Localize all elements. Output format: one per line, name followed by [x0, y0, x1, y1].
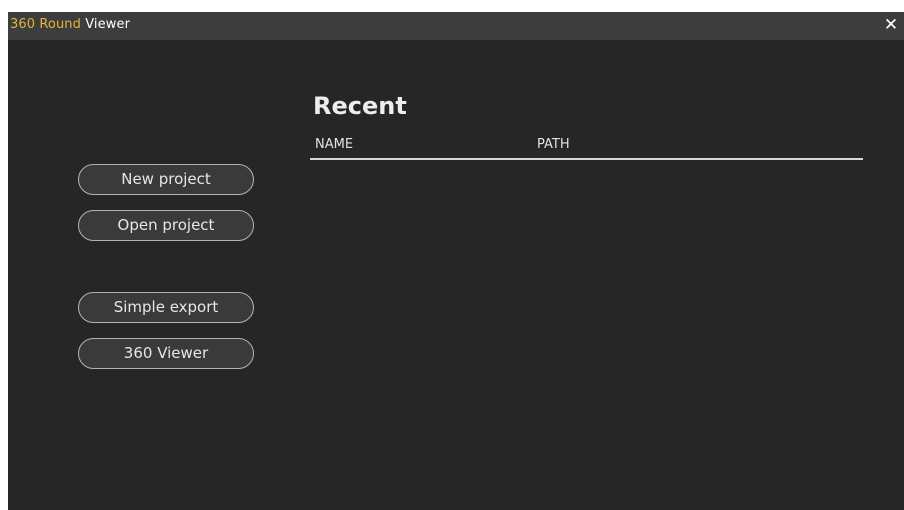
360-viewer-button[interactable]: 360 Viewer [78, 338, 254, 369]
window-title: 360 Round Viewer [10, 17, 130, 32]
new-project-button[interactable]: New project [78, 164, 254, 195]
window-title-accent: 360 Round [10, 17, 81, 32]
recent-list [310, 162, 863, 492]
app-window: 360 Round Viewer ✕ New project Open proj… [8, 12, 904, 510]
recent-title: Recent [313, 92, 407, 120]
recent-header-divider [310, 158, 863, 160]
title-bar[interactable]: 360 Round Viewer ✕ [8, 12, 904, 40]
open-project-button[interactable]: Open project [78, 210, 254, 241]
column-header-path[interactable]: PATH [537, 137, 570, 152]
simple-export-button[interactable]: Simple export [78, 292, 254, 323]
column-header-name[interactable]: NAME [315, 137, 353, 152]
window-title-rest: Viewer [80, 17, 131, 32]
close-icon[interactable]: ✕ [881, 15, 901, 35]
